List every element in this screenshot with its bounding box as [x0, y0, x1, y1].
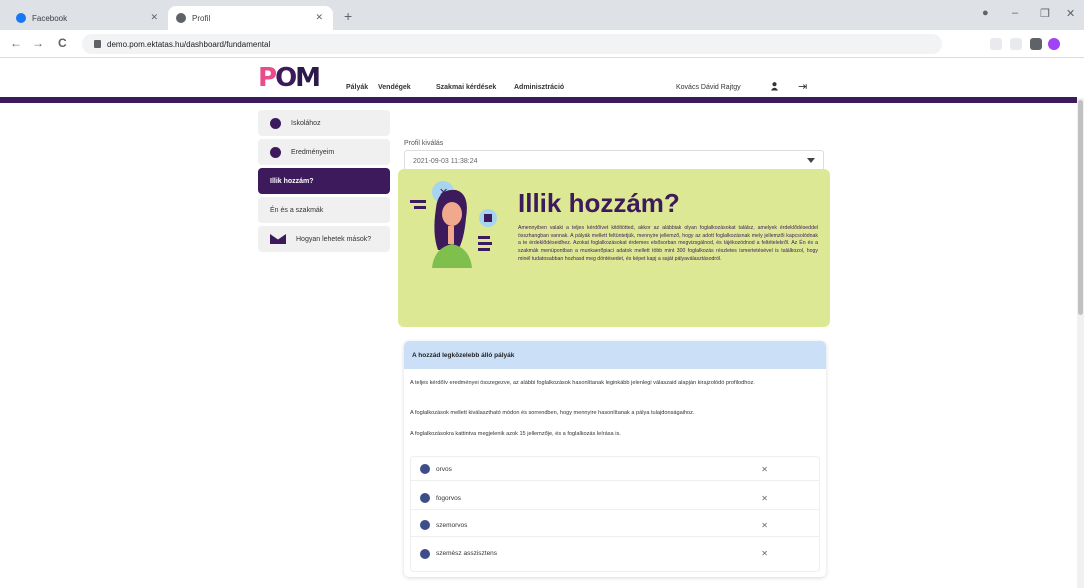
sidebar-item-illik-hozzam[interactable]: Illik hozzám?	[258, 168, 678, 519]
list-item-label: orvos	[436, 465, 452, 473]
profession-icon	[420, 520, 430, 530]
close-tab-icon[interactable]: ✕	[315, 12, 323, 23]
facebook-favicon-icon	[16, 13, 26, 23]
back-button[interactable]: ←	[10, 36, 22, 50]
nav-palyak[interactable]: Pályák	[346, 84, 368, 91]
extensions-icon[interactable]	[1030, 38, 1042, 50]
delete-icon[interactable]: ✕	[761, 465, 768, 474]
sidebar-item-label: Hogyan lehetek mások?	[296, 235, 372, 243]
sidebar-item-eredmenyeim[interactable]: Eredményeim	[258, 139, 390, 165]
pom-logo[interactable]: POM	[258, 63, 321, 93]
browser-tabbar: Facebook ✕ Profil ✕ + ● – ❐ ✕	[0, 0, 1084, 30]
results-intro-text: A teljes kérdőív eredményei összegezve, …	[410, 380, 755, 386]
profile-avatar-icon[interactable]	[1048, 38, 1060, 50]
list-item-label: szemorvos	[436, 521, 468, 529]
logout-icon[interactable]: ⇥	[798, 80, 807, 93]
hero-description: Amennyiben valaki a teljes kérdőívet kit…	[518, 225, 818, 262]
hero-title: Illik hozzám?	[518, 188, 680, 218]
user-icon	[270, 146, 281, 158]
app-header	[0, 58, 1084, 98]
results-hint-text: A foglalkozások mellett kiválasztható mó…	[410, 410, 695, 416]
profile-select-value: 2021-09-03 11:38:24	[413, 157, 478, 165]
user-name[interactable]: Kovács Dávid Rajtgy	[676, 84, 741, 91]
address-bar: ← → C demo.pom.ektatas.hu/dashboard/fund…	[0, 30, 1084, 58]
sidebar-item-label: Eredményeim	[291, 148, 335, 156]
thinking-girl-illustration: ✕	[410, 181, 497, 268]
lock-icon	[94, 40, 101, 48]
star-icon[interactable]	[1010, 38, 1022, 50]
header-accent-bar	[0, 97, 1077, 103]
sidebar-item-label: Én és a szakmák	[270, 206, 324, 214]
delete-icon[interactable]: ✕	[761, 521, 768, 530]
restore-button[interactable]: ❐	[1040, 7, 1050, 20]
chevron-down-icon	[807, 158, 815, 163]
tab-title: Facebook	[32, 13, 68, 23]
list-item-label: fogorvos	[436, 494, 461, 502]
list-item[interactable]: szemorvos ✕	[410, 514, 820, 537]
list-item[interactable]: szemész asszisztens ✕	[410, 542, 820, 565]
sidebar-item-en-es-a-szakmak[interactable]: Én és a szakmák	[258, 197, 678, 548]
close-tab-icon[interactable]: ✕	[150, 12, 158, 23]
new-tab-button[interactable]: +	[344, 8, 352, 24]
delete-icon[interactable]: ✕	[761, 494, 768, 503]
forward-button[interactable]: →	[32, 36, 44, 50]
results-card-title: A hozzád legközelebb álló pályák	[404, 341, 826, 369]
profession-icon	[420, 464, 430, 474]
list-item[interactable]: fogorvos ✕	[410, 487, 820, 510]
list-item[interactable]: orvos ✕	[410, 458, 820, 481]
url-input[interactable]: demo.pom.ektatas.hu/dashboard/fundamenta…	[82, 34, 942, 54]
list-item-label: szemész asszisztens	[436, 550, 498, 557]
tab-facebook[interactable]: Facebook ✕	[8, 6, 168, 30]
nav-szakmai-kerdesek[interactable]: Szakmai kérdések	[436, 84, 496, 91]
close-window-button[interactable]: ✕	[1066, 7, 1075, 20]
minimize-button[interactable]: –	[1012, 7, 1018, 19]
account-icon[interactable]: ●	[982, 7, 989, 19]
sidebar-item-hogyan-lehetek[interactable]: Hogyan lehetek mások?	[258, 226, 390, 252]
zoom-icon[interactable]	[990, 38, 1002, 50]
profession-icon	[420, 548, 430, 559]
reload-button[interactable]: C	[58, 36, 67, 50]
delete-icon[interactable]: ✕	[761, 549, 768, 558]
profile-select-label: Profil kiválás	[404, 140, 444, 147]
nav-adminisztracio[interactable]: Adminisztráció	[514, 84, 564, 91]
url-text: demo.pom.ektatas.hu/dashboard/fundamenta…	[107, 39, 271, 49]
scrollbar-thumb[interactable]	[1078, 100, 1083, 315]
envelope-icon	[270, 234, 286, 244]
page-favicon-icon	[176, 13, 186, 23]
tab-profil[interactable]: Profil ✕	[168, 6, 333, 30]
user-icon[interactable]	[770, 81, 779, 91]
sidebar-item-label: Iskolához	[291, 119, 321, 127]
school-icon	[270, 117, 281, 129]
nav-vendegek[interactable]: Vendégek	[378, 84, 411, 91]
sidebar-item-iskolahoz[interactable]: Iskolához	[258, 110, 390, 136]
profession-icon	[420, 493, 430, 503]
tab-title: Profil	[192, 13, 211, 23]
sidebar-item-label: Illik hozzám?	[270, 177, 314, 185]
results-click-hint-text: A foglalkozásokra kattintva megjelenik a…	[410, 431, 621, 437]
